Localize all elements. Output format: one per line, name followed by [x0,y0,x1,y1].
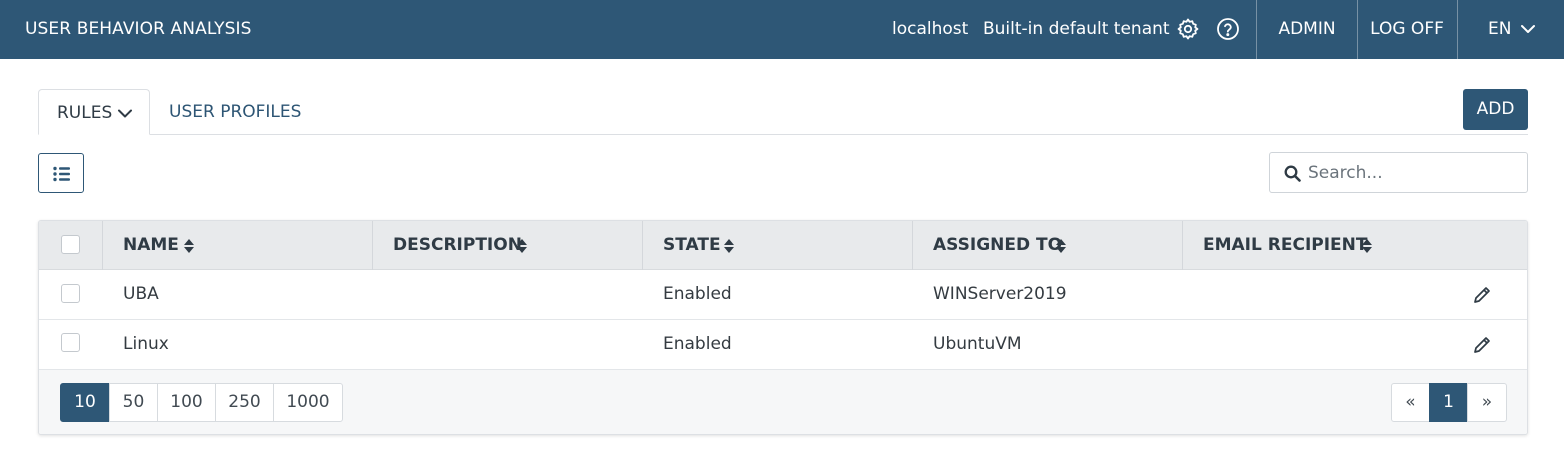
rules-table: NAME DESCRIPTION STATE ASSIGNED TO EMAIL… [38,220,1528,435]
search-icon [1284,165,1301,182]
select-all-checkbox[interactable] [61,235,80,254]
add-button[interactable]: ADD [1463,89,1528,130]
tab-rules[interactable]: RULES [38,89,150,135]
chevron-down-icon [118,109,132,118]
column-header-assigned-to[interactable]: ASSIGNED TO [933,221,1066,270]
sort-icon [1056,239,1066,253]
sort-icon [724,239,734,253]
row-checkbox[interactable] [61,333,80,352]
search-input[interactable] [1308,153,1518,192]
table-row[interactable]: Linux Enabled UbuntuVM [39,320,1527,370]
column-divider [1182,221,1183,270]
cell-name: UBA [123,284,159,304]
page-size-50[interactable]: 50 [109,383,158,422]
tab-label: RULES [57,103,113,123]
log-off-link[interactable]: LOG OFF [1358,0,1456,59]
chevron-down-icon [1521,25,1535,33]
cell-name: Linux [123,334,169,354]
previous-page-button[interactable]: « [1391,383,1430,422]
table-footer: 10 50 100 250 1000 « 1 » [39,370,1527,434]
language-label: EN [1488,19,1512,39]
cell-assigned-to: WINServer2019 [933,284,1067,304]
page-size-100[interactable]: 100 [157,383,216,422]
pencil-icon[interactable] [1472,285,1492,305]
column-header-name[interactable]: NAME [123,221,194,270]
column-divider [102,221,103,270]
page-size-250[interactable]: 250 [215,383,274,422]
page-size-1000[interactable]: 1000 [273,383,343,422]
header-divider [1457,0,1458,59]
language-selector[interactable]: EN [1488,0,1535,59]
tenant-name[interactable]: Built-in default tenant [983,0,1170,59]
pencil-icon[interactable] [1472,335,1492,355]
page-size-10[interactable]: 10 [60,383,110,422]
gear-icon[interactable] [1176,17,1200,41]
host-name: localhost [892,19,969,39]
cell-assigned-to: UbuntuVM [933,334,1022,354]
table-header: NAME DESCRIPTION STATE ASSIGNED TO EMAIL… [39,221,1527,270]
tab-user-profiles[interactable]: USER PROFILES [169,89,301,135]
cell-state: Enabled [663,334,732,354]
sort-icon [517,239,527,253]
app-title: USER BEHAVIOR ANALYSIS [25,19,252,39]
admin-link[interactable]: ADMIN [1257,0,1357,59]
list-icon [53,166,70,182]
column-divider [372,221,373,270]
column-divider [912,221,913,270]
search-box [1269,152,1528,193]
row-checkbox[interactable] [61,284,80,303]
column-header-email-recipient[interactable]: EMAIL RECIPIENT [1203,221,1372,270]
sort-icon [184,239,194,253]
column-divider [642,221,643,270]
sort-icon [1362,239,1372,253]
cell-state: Enabled [663,284,732,304]
view-toggle-button[interactable] [38,153,84,193]
table-row[interactable]: UBA Enabled WINServer2019 [39,270,1527,320]
column-header-state[interactable]: STATE [663,221,734,270]
page-1-button[interactable]: 1 [1429,383,1468,422]
help-circle-icon[interactable] [1216,17,1240,41]
top-navigation-bar: USER BEHAVIOR ANALYSIS localhost Built-i… [0,0,1564,59]
column-header-description[interactable]: DESCRIPTION [393,221,527,270]
next-page-button[interactable]: » [1467,383,1507,422]
